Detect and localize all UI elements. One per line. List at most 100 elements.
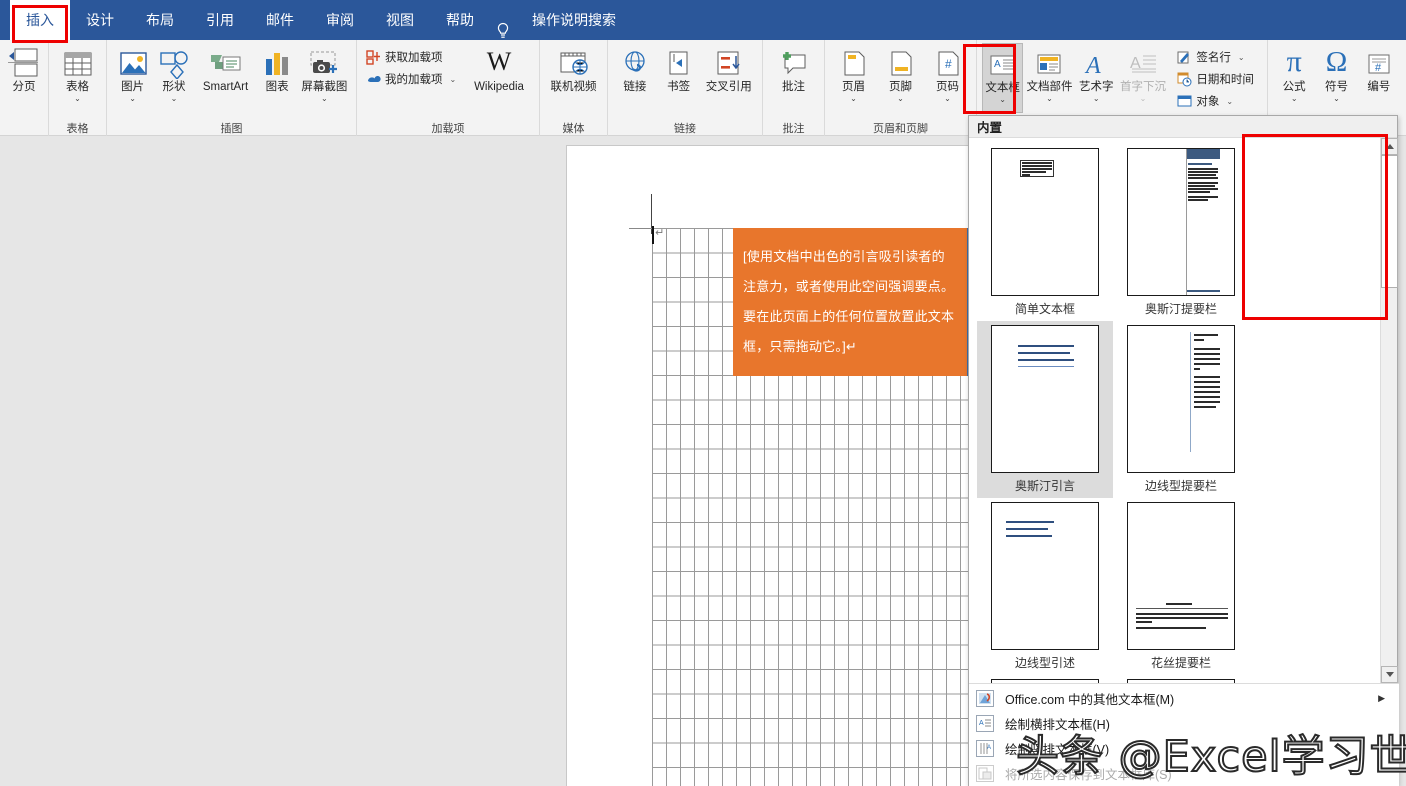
my-addins-button[interactable]: 我的加载项 ⌄: [362, 68, 464, 90]
word-window: 插入 设计 布局 引用 邮件 审阅 视图 帮助 操作说明搜索 分页: [0, 0, 1406, 786]
tab-help[interactable]: 帮助: [430, 0, 490, 40]
ribbon-group-links: 链接 书签 交叉引用 链接: [607, 40, 762, 136]
bookmark-button[interactable]: 书签: [657, 43, 701, 113]
screenshot-button[interactable]: 屏幕截图 ⌄: [298, 43, 351, 113]
gallery-item-retro-sidebar[interactable]: 怀旧型提要栏: [1113, 675, 1249, 683]
chevron-down-icon[interactable]: ⌄: [1333, 95, 1340, 103]
tab-layout[interactable]: 布局: [130, 0, 190, 40]
page-number-button[interactable]: # 页码 ⌄: [924, 43, 971, 113]
symbol-label: 符号: [1325, 81, 1348, 94]
quick-parts-button[interactable]: 文档部件 ⌄: [1023, 43, 1076, 113]
drop-cap-button[interactable]: A 首字下沉 ⌄: [1117, 43, 1170, 113]
gallery-thumbnail: [991, 148, 1099, 296]
object-icon: [1176, 93, 1192, 109]
date-time-button[interactable]: 日期和时间: [1173, 68, 1262, 90]
gallery-item-filigree-sidebar[interactable]: 花丝提要栏: [1113, 498, 1249, 675]
tab-label: 引用: [206, 10, 234, 30]
online-video-button[interactable]: 联机视频: [545, 43, 602, 113]
tell-me-box[interactable]: 操作说明搜索: [516, 0, 632, 40]
gallery-thumbnail: [991, 325, 1099, 473]
screenshot-icon: [307, 45, 341, 79]
chevron-down-icon[interactable]: ⌄: [1093, 95, 1100, 103]
chevron-down-icon[interactable]: ⌄: [850, 95, 857, 103]
scroll-thumb[interactable]: [1381, 155, 1398, 288]
chevron-down-icon[interactable]: ⌄: [897, 95, 904, 103]
symbol-button[interactable]: Ω 符号 ⌄: [1315, 43, 1357, 113]
scroll-up-button[interactable]: [1381, 138, 1398, 155]
gallery-item-filigree-quote[interactable]: ✿ ✿ 花丝引言: [977, 675, 1113, 683]
chevron-down-icon[interactable]: ⌄: [1140, 95, 1147, 103]
bookmark-label: 书签: [667, 81, 690, 94]
equation-icon: π: [1287, 45, 1302, 79]
tab-label: 帮助: [446, 10, 474, 30]
tab-references[interactable]: 引用: [190, 0, 250, 40]
menu-item-draw-vertical-textbox[interactable]: A 绘制竖排文本框(V): [969, 736, 1399, 761]
svg-text:A: A: [994, 59, 1001, 70]
chart-button[interactable]: 图表: [256, 43, 297, 113]
paragraph-mark: ↵: [655, 226, 664, 239]
menu-item-more-textboxes[interactable]: Office.com 中的其他文本框(M) ▶: [969, 686, 1399, 711]
smartart-button[interactable]: SmartArt: [195, 43, 257, 113]
gallery-item-austin-quote[interactable]: 奥斯汀引言: [977, 321, 1113, 498]
object-button[interactable]: 对象 ⌄: [1173, 90, 1262, 112]
online-video-label: 联机视频: [551, 81, 597, 94]
inserted-text-box[interactable]: [使用文档中出色的引言吸引读者的注意力，或者使用此空间强调要点。要在此页面上的任…: [733, 228, 969, 376]
equation-button[interactable]: π 公式 ⌄: [1273, 43, 1315, 113]
chevron-down-icon[interactable]: ⌄: [999, 96, 1006, 104]
gallery-item-simple-textbox[interactable]: 简单文本框: [977, 144, 1113, 321]
signature-line-label: 签名行: [1196, 49, 1231, 65]
page-break-button[interactable]: 分页: [5, 43, 43, 113]
header-button[interactable]: 页眉 ⌄: [830, 43, 877, 113]
number-button[interactable]: # 编号: [1358, 43, 1400, 113]
menu-item-draw-horizontal-textbox[interactable]: A 绘制横排文本框(H): [969, 711, 1399, 736]
tab-view[interactable]: 视图: [370, 0, 430, 40]
chevron-down-icon[interactable]: ⌄: [1291, 95, 1298, 103]
pictures-button[interactable]: 图片 ⌄: [112, 43, 153, 113]
chart-icon: [262, 45, 292, 79]
tab-label: 插入: [26, 10, 54, 30]
cross-reference-button[interactable]: 交叉引用: [701, 43, 757, 113]
get-addins-button[interactable]: 获取加载项: [362, 46, 464, 68]
chevron-down-icon[interactable]: ⌄: [1238, 53, 1245, 62]
chevron-down-icon[interactable]: ⌄: [944, 95, 951, 103]
triangle-down-icon: [1386, 672, 1394, 677]
scroll-down-button[interactable]: [1381, 666, 1398, 683]
date-time-label: 日期和时间: [1196, 71, 1254, 87]
gallery-menu[interactable]: Office.com 中的其他文本框(M) ▶ A 绘制横排文本框(H) A 绘…: [969, 683, 1399, 786]
table-button[interactable]: 表格 ⌄: [54, 43, 101, 113]
ribbon-group-comments: 批注 批注: [762, 40, 824, 136]
menu-item-save-selection[interactable]: 将所选内容保存到文本框库(S): [969, 761, 1399, 786]
tab-mailings[interactable]: 邮件: [250, 0, 310, 40]
text-caret: [652, 226, 654, 244]
gallery-caption: 花丝提要栏: [1151, 654, 1211, 671]
tab-review[interactable]: 审阅: [310, 0, 370, 40]
tab-design[interactable]: 设计: [70, 0, 130, 40]
ribbon-group-illustrations: 图片 ⌄ 形状 ⌄ SmartArt: [106, 40, 356, 136]
chevron-down-icon[interactable]: ⌄: [450, 75, 457, 84]
gallery-body[interactable]: 简单文本框: [969, 138, 1381, 683]
chevron-down-icon[interactable]: ⌄: [1226, 97, 1233, 106]
text-box-button[interactable]: A 文本框 ⌄: [982, 43, 1023, 113]
footer-button[interactable]: 页脚 ⌄: [877, 43, 924, 113]
gallery-item-banded-sidebar[interactable]: 边线型提要栏: [1113, 321, 1249, 498]
chevron-down-icon[interactable]: ⌄: [74, 95, 81, 103]
tab-insert[interactable]: 插入: [10, 0, 70, 40]
text-box-icon: A: [988, 46, 1018, 80]
new-comment-button[interactable]: 批注: [770, 43, 818, 113]
chevron-down-icon[interactable]: ⌄: [1046, 95, 1053, 103]
gallery-item-austin-sidebar[interactable]: 奥斯汀提要栏: [1113, 144, 1249, 321]
chevron-down-icon[interactable]: ⌄: [171, 95, 178, 103]
text-box-gallery[interactable]: 内置 简单文本框: [968, 115, 1398, 786]
link-button[interactable]: 链接: [613, 43, 657, 113]
header-label: 页眉: [842, 81, 865, 94]
wikipedia-button[interactable]: W Wikipedia: [464, 43, 534, 113]
shapes-button[interactable]: 形状 ⌄: [153, 43, 194, 113]
chevron-down-icon[interactable]: ⌄: [129, 95, 136, 103]
gallery-scrollbar[interactable]: [1380, 138, 1397, 683]
shapes-icon: [158, 45, 190, 79]
wordart-button[interactable]: A 艺术字 ⌄: [1076, 43, 1117, 113]
chevron-down-icon[interactable]: ⌄: [321, 95, 328, 103]
signature-line-button[interactable]: 签名行 ⌄: [1173, 46, 1262, 68]
wikipedia-label: Wikipedia: [474, 81, 524, 94]
gallery-item-banded-quote[interactable]: 边线型引述: [977, 498, 1113, 675]
